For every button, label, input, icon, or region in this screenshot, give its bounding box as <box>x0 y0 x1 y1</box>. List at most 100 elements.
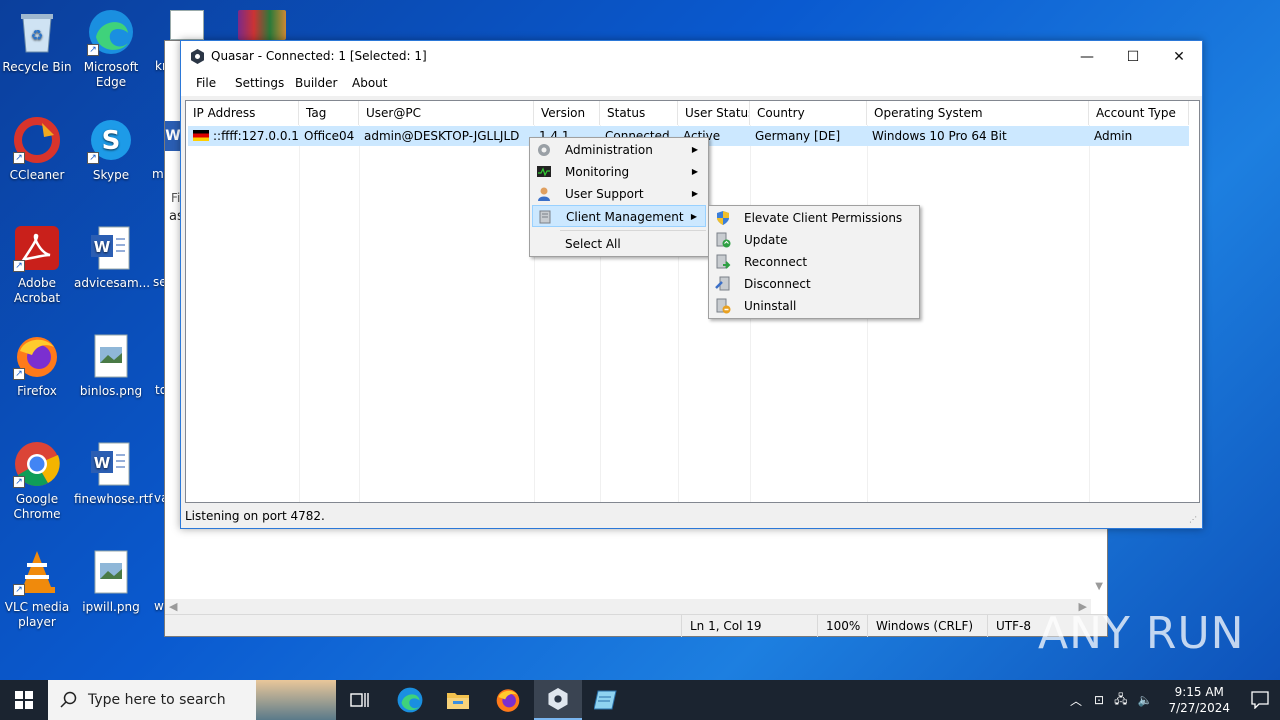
start-button[interactable] <box>0 680 48 720</box>
taskbar-notepad[interactable] <box>582 680 630 720</box>
desktop-partial-label: m <box>152 167 164 181</box>
column-tag[interactable]: Tag <box>299 101 359 125</box>
gear-icon <box>538 144 550 156</box>
taskbar: Type here to search ︿ ⊡ 🖧 🔈 9:15 AM 7/27… <box>0 680 1280 720</box>
notepad-partial-text: Fi <box>171 191 181 205</box>
column-country[interactable]: Country <box>750 101 867 125</box>
column-user-pc[interactable]: User@PC <box>359 101 534 125</box>
window-title: Quasar - Connected: 1 [Selected: 1] <box>211 49 427 63</box>
desktop-icon-partial-image[interactable] <box>170 10 204 40</box>
client-icon <box>539 210 551 224</box>
maximize-button[interactable]: ☐ <box>1110 41 1156 72</box>
volume-icon[interactable]: 🔈 <box>1137 693 1152 707</box>
acrobat-icon: ↗ <box>13 224 61 272</box>
network-icon[interactable]: 🖧 <box>1114 690 1127 711</box>
menu-item-reconnect[interactable]: Reconnect <box>711 251 917 273</box>
desktop-icon-acrobat[interactable]: ↗ Adobe Acrobat <box>0 224 74 306</box>
desktop-icon-partial-winrar[interactable] <box>238 10 286 40</box>
scroll-left-arrow[interactable]: ◀ <box>169 600 177 613</box>
notifications-button[interactable] <box>1240 680 1280 720</box>
desktop-icon-firefox[interactable]: ↗ Firefox <box>0 332 74 399</box>
chevron-up-icon[interactable]: ︿ <box>1070 692 1082 709</box>
desktop-icon-recycle-bin[interactable]: ♻ Recycle Bin <box>0 8 74 75</box>
taskbar-firefox[interactable] <box>484 680 532 720</box>
menu-builder[interactable]: Builder <box>295 76 337 90</box>
submenu-arrow-icon: ▶ <box>691 167 698 176</box>
client-management-submenu: Elevate Client Permissions Update Reconn… <box>708 205 920 319</box>
taskbar-edge[interactable] <box>386 680 434 720</box>
clock-time: 9:15 AM <box>1174 685 1224 699</box>
notepad-word-tab: W <box>165 121 181 151</box>
menu-item-uninstall[interactable]: Uninstall <box>711 295 917 317</box>
vertical-scroll-down-arrow[interactable]: ▼ <box>1095 581 1103 592</box>
statusbar: Listening on port 4782. ⋰ <box>181 504 1202 528</box>
ccleaner-icon: ↗ <box>13 116 61 164</box>
desktop-icon-binlos[interactable]: binlos.png <box>74 332 148 399</box>
desktop-partial-label: w <box>154 599 164 613</box>
cell-tag: Office04 <box>304 129 355 143</box>
desktop-icon-vlc[interactable]: ↗ VLC media player <box>0 548 74 630</box>
desktop-icon-ipwill[interactable]: ipwill.png <box>74 548 148 615</box>
update-icon <box>716 232 731 248</box>
monitor-icon <box>537 166 551 177</box>
folder-icon <box>447 693 469 709</box>
column-ip-address[interactable]: IP Address <box>186 101 299 125</box>
menu-settings[interactable]: Settings <box>235 76 284 90</box>
column-version[interactable]: Version <box>534 101 600 125</box>
cell-os: Windows 10 Pro 64 Bit <box>872 129 1007 143</box>
menu-item-disconnect[interactable]: Disconnect <box>711 273 917 295</box>
menubar: File Settings Builder About <box>181 72 1202 96</box>
submenu-arrow-icon: ▶ <box>691 189 698 198</box>
desktop-icon-finewhose[interactable]: W finewhose.rtf <box>74 440 153 507</box>
menu-file[interactable]: File <box>196 76 216 90</box>
menu-item-label: User Support <box>565 187 644 201</box>
desktop-icon-chrome[interactable]: ↗ Google Chrome <box>0 440 74 522</box>
svg-text:W: W <box>94 454 111 472</box>
taskbar-quasar[interactable] <box>534 680 582 720</box>
submenu-arrow-icon: ▶ <box>691 145 698 154</box>
menu-item-label: Update <box>744 233 788 247</box>
edge-icon: ↗ <box>87 8 135 56</box>
status-text: Listening on port 4782. <box>185 509 325 523</box>
task-view-icon <box>350 693 369 707</box>
menu-item-label: Reconnect <box>744 255 808 269</box>
menu-about[interactable]: About <box>352 76 387 90</box>
clock[interactable]: 9:15 AM 7/27/2024 <box>1168 684 1230 716</box>
quasar-window[interactable]: Quasar - Connected: 1 [Selected: 1] — ☐ … <box>180 40 1203 529</box>
menu-item-label: Client Management <box>566 210 684 224</box>
close-button[interactable]: ✕ <box>1156 41 1202 72</box>
menu-item-elevate-client-permissions[interactable]: Elevate Client Permissions <box>711 207 917 229</box>
skype-icon: S ↗ <box>87 116 135 164</box>
taskbar-file-explorer[interactable] <box>434 680 482 720</box>
menu-item-label: Uninstall <box>744 299 797 313</box>
desktop-icon-skype[interactable]: S ↗ Skype <box>74 116 148 183</box>
column-status[interactable]: Status <box>600 101 678 125</box>
menu-item-client-management[interactable]: Client Management ▶ <box>532 205 706 227</box>
line-ending: Windows (CRLF) <box>867 615 987 637</box>
menu-item-administration[interactable]: Administration ▶ <box>532 139 706 161</box>
menu-item-monitoring[interactable]: Monitoring ▶ <box>532 161 706 183</box>
menu-item-update[interactable]: Update <box>711 229 917 251</box>
resize-grip[interactable]: ⋰ <box>1189 515 1199 525</box>
image-file-icon <box>87 548 135 596</box>
task-view-button[interactable] <box>336 680 384 720</box>
desktop-icon-edge[interactable]: ↗ Microsoft Edge <box>74 8 148 90</box>
desktop-icon-advicesam[interactable]: W advicesam... <box>74 224 150 291</box>
column-account-type[interactable]: Account Type <box>1089 101 1189 125</box>
minimize-button[interactable]: — <box>1064 41 1110 72</box>
shield-icon <box>717 211 729 225</box>
clock-date: 7/27/2024 <box>1168 701 1230 715</box>
taskbar-search-box[interactable]: Type here to search <box>48 680 336 720</box>
user-icon <box>538 187 550 201</box>
image-file-icon <box>87 332 135 380</box>
meet-now-icon[interactable]: ⊡ <box>1094 693 1104 707</box>
menu-item-user-support[interactable]: User Support ▶ <box>532 183 706 205</box>
column-user-status[interactable]: User Status <box>678 101 750 125</box>
column-operating-system[interactable]: Operating System <box>867 101 1089 125</box>
desktop-icon-ccleaner[interactable]: ↗ CCleaner <box>0 116 74 183</box>
titlebar[interactable]: Quasar - Connected: 1 [Selected: 1] — ☐ … <box>181 41 1202 72</box>
submenu-arrow-icon: ▶ <box>690 212 697 221</box>
notepad-icon <box>594 690 617 710</box>
menu-item-select-all[interactable]: Select All <box>532 233 706 255</box>
menu-item-label: Monitoring <box>565 165 630 179</box>
